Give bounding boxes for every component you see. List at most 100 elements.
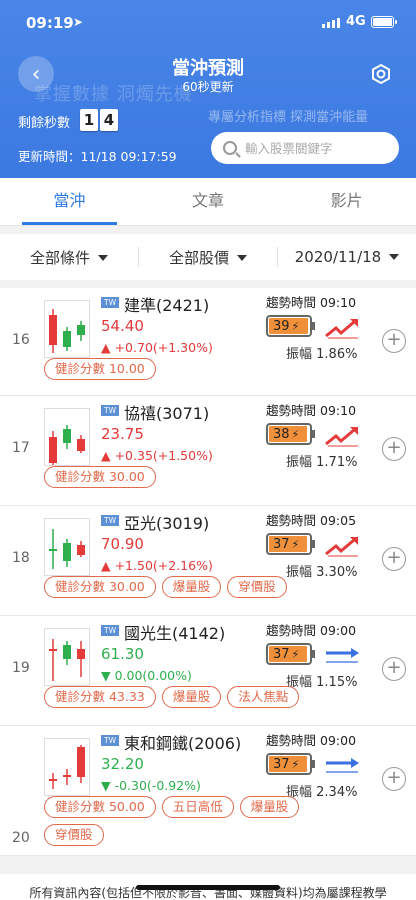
- energy-battery-icon: 39 ⚡: [266, 315, 315, 337]
- candle-body: [49, 315, 57, 345]
- stock-name[interactable]: 亞光(3019): [124, 510, 209, 534]
- tag-badge[interactable]: 健診分數 50.00: [44, 796, 156, 818]
- rank-number: 19: [12, 660, 30, 676]
- kline-chart: [44, 300, 90, 358]
- filter-date-dropdown[interactable]: 2020/11/18: [278, 248, 416, 266]
- add-watchlist-button[interactable]: +: [382, 329, 406, 353]
- lightning-icon: ⚡: [291, 537, 300, 551]
- tag-badge[interactable]: 健診分數 43.33: [44, 686, 156, 708]
- tag-badge[interactable]: 爆量股: [161, 686, 222, 708]
- stock-card[interactable]: 16 TW 建準(2421) 54.40 ▲ +0.70(+1.30%) 趨勢時…: [0, 288, 416, 396]
- sharp-up-arrow-icon: [324, 316, 360, 340]
- update-time: 更新時間：11/18 09:17:59: [18, 149, 177, 164]
- trend-time-value: 09:10: [320, 403, 357, 418]
- price-change: ▼ 0.00(0.00%): [101, 668, 192, 683]
- status-bar: 09:19 ➤ 4G: [0, 0, 416, 44]
- filter-condition-dropdown[interactable]: 全部條件: [0, 247, 138, 268]
- caret-down-icon: [237, 254, 247, 261]
- market-badge: TW: [101, 625, 119, 636]
- countdown-digits: 1 4: [80, 109, 118, 131]
- trend-time: 趨勢時間 09:10: [266, 400, 356, 419]
- stock-name[interactable]: 建準(2421): [124, 292, 209, 316]
- trend-time: 趨勢時間 09:00: [266, 620, 356, 639]
- trend-time-label: 趨勢時間: [266, 295, 317, 310]
- tag-badge[interactable]: 健診分數 30.00: [44, 576, 156, 598]
- tab-articles[interactable]: 文章: [139, 178, 278, 225]
- kline-chart: [44, 518, 90, 576]
- tag-list: 健診分數 10.00: [44, 358, 344, 380]
- price-change: ▲ +0.70(+1.30%): [101, 340, 213, 355]
- candle-body: [63, 331, 71, 347]
- tag-list: 健診分數 43.33 爆量股 法人焦點: [44, 686, 344, 708]
- trend-time-label: 趨勢時間: [266, 513, 317, 528]
- sharp-up-arrow-icon: [324, 424, 360, 448]
- price-change: ▼ -0.30(-0.92%): [101, 778, 201, 793]
- stock-name[interactable]: 協禧(3071): [124, 400, 209, 424]
- candle-body: [77, 439, 85, 451]
- stock-list: 16 TW 建準(2421) 54.40 ▲ +0.70(+1.30%) 趨勢時…: [0, 288, 416, 856]
- stock-card[interactable]: 18 TW 亞光(3019) 70.90 ▲ +1.50(+2.16%) 趨勢時…: [0, 506, 416, 616]
- energy-value: 37: [273, 646, 290, 662]
- tag-badge[interactable]: 五日高低: [161, 796, 234, 818]
- stock-price: 61.30: [101, 645, 144, 663]
- stock-card[interactable]: 19 TW 國光生(4142) 61.30 ▼ 0.00(0.00%) 趨勢時間…: [0, 616, 416, 726]
- market-badge: TW: [101, 297, 119, 308]
- tag-badge[interactable]: 穿價股: [227, 576, 287, 598]
- countdown-digit: 1: [80, 109, 98, 131]
- add-watchlist-button[interactable]: +: [382, 437, 406, 461]
- energy-value: 39: [273, 318, 290, 334]
- rank-number: 17: [12, 440, 30, 456]
- kline-chart: [44, 628, 90, 686]
- stock-card[interactable]: 20 TW 東和鋼鐵(2006) 32.20 ▼ -0.30(-0.92%) 趨…: [0, 726, 416, 856]
- battery-icon: [371, 16, 397, 28]
- tag-list: 健診分數 30.00 爆量股 穿價股: [44, 576, 344, 598]
- candle-body: [63, 543, 71, 561]
- home-indicator[interactable]: [136, 885, 280, 890]
- search-box[interactable]: [211, 132, 399, 164]
- energy-value: 38: [273, 426, 290, 442]
- tab-daytrade[interactable]: 當沖: [0, 178, 139, 225]
- tag-badge[interactable]: 健診分數 10.00: [44, 358, 156, 380]
- tag-badge[interactable]: 爆量股: [239, 796, 300, 818]
- candle-body: [77, 325, 85, 335]
- energy-battery-icon: 37 ⚡: [266, 533, 315, 555]
- lightning-icon: ⚡: [291, 647, 300, 661]
- settings-hex-icon[interactable]: [370, 63, 392, 85]
- tab-bar: 當沖 文章 影片: [0, 178, 416, 226]
- candle-body: [63, 775, 71, 777]
- kline-chart: [44, 408, 90, 466]
- tag-badge[interactable]: 健診分數 30.00: [44, 466, 156, 488]
- add-watchlist-button[interactable]: +: [382, 547, 406, 571]
- page-title: 當沖預測: [172, 58, 244, 79]
- add-watchlist-button[interactable]: +: [382, 767, 406, 791]
- search-input[interactable]: [245, 140, 385, 156]
- tag-badge[interactable]: 法人焦點: [227, 686, 300, 708]
- tab-videos[interactable]: 影片: [277, 178, 416, 225]
- add-watchlist-button[interactable]: +: [382, 657, 406, 681]
- candle-body: [49, 549, 57, 551]
- candle-body: [77, 747, 85, 777]
- market-badge: TW: [101, 405, 119, 416]
- trend-time-label: 趨勢時間: [266, 733, 317, 748]
- candle-body: [77, 545, 85, 555]
- sharp-up-arrow-icon: [324, 534, 360, 558]
- header: 09:19 ➤ 4G ‹ 掌握數據 洞燭先機 當沖預測 60秒更新 專屬分析指標…: [0, 0, 416, 178]
- flat-right-arrow-icon: [324, 754, 360, 778]
- stock-card[interactable]: 17 TW 協禧(3071) 23.75 ▲ +0.35(+1.50%) 趨勢時…: [0, 396, 416, 506]
- stock-name[interactable]: 國光生(4142): [124, 620, 225, 644]
- price-change: ▲ +1.50(+2.16%): [101, 558, 213, 573]
- tag-badge[interactable]: 爆量股: [161, 576, 222, 598]
- candle-body: [77, 649, 85, 659]
- candle-body: [63, 645, 71, 659]
- stock-name[interactable]: 東和鋼鐵(2006): [124, 730, 241, 754]
- trend-time-value: 09:05: [320, 513, 357, 528]
- caret-down-icon: [98, 254, 108, 261]
- lightning-icon: ⚡: [291, 757, 300, 771]
- lightning-icon: ⚡: [291, 427, 300, 441]
- candle-body: [63, 429, 71, 443]
- tag-badge[interactable]: 穿價股: [44, 824, 104, 846]
- filter-price-dropdown[interactable]: 全部股價: [139, 247, 277, 268]
- trend-time-value: 09:10: [320, 295, 357, 310]
- network-type: 4G: [346, 14, 366, 29]
- candle-body: [49, 437, 57, 463]
